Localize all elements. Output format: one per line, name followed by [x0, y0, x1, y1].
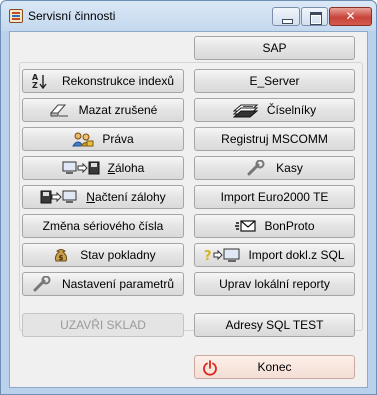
power-icon [202, 360, 218, 376]
nacteni-zalohy-button[interactable]: Načtení zálohy [22, 185, 184, 209]
bonproto-label: BonProto [264, 219, 315, 233]
konec-label: Konec [257, 360, 292, 374]
kasy-label: Kasy [276, 161, 303, 175]
uprav-lokalni-reporty-label: Uprav lokální reporty [219, 277, 330, 291]
nastaveni-parametru-label: Nastavení parametrů [61, 277, 175, 291]
disk-to-computer-icon [40, 189, 78, 205]
svg-text:?: ? [204, 249, 212, 263]
import-euro2000-te-button[interactable]: Import Euro2000 TE [194, 185, 355, 209]
computer-to-disk-icon [62, 160, 100, 176]
app-icon [9, 9, 23, 23]
import-dokl-z-sql-button[interactable]: ? Import dokl.z SQL [194, 243, 355, 267]
ciselniky-button[interactable]: Číselníky [194, 98, 355, 122]
minimize-button[interactable] [272, 7, 300, 26]
registruj-mscomm-button[interactable]: Registruj MSCOMM [194, 127, 355, 151]
import-euro2000-te-label: Import Euro2000 TE [220, 190, 329, 204]
uprav-lokalni-reporty-button[interactable]: Uprav lokální reporty [194, 272, 355, 296]
users-key-icon [72, 131, 94, 147]
eraser-icon [49, 102, 71, 118]
zmena-serioveho-cisla-label: Změna sériového čísla [42, 219, 164, 233]
bonproto-button[interactable]: BonProto [194, 214, 355, 238]
sort-az-icon: A Z [32, 73, 54, 89]
svg-text:Z: Z [32, 81, 38, 89]
mazat-zrusene-button[interactable]: Mazat zrušené [22, 98, 184, 122]
sap-button-label: SAP [262, 41, 287, 55]
nastaveni-parametru-button[interactable]: Nastavení parametrů [22, 272, 184, 296]
sap-button[interactable]: SAP [194, 36, 355, 60]
code-tables-icon [232, 102, 259, 118]
e-server-label: E_Server [249, 74, 300, 88]
client-area: SAP A Z Rekonstrukce indexů Mazat zrušen… [9, 31, 368, 388]
maximize-button[interactable] [301, 7, 328, 26]
title-bar[interactable]: Servisní činnosti [1, 1, 376, 31]
kasy-button[interactable]: Kasy [194, 156, 355, 180]
money-bag-icon: $ [50, 247, 72, 263]
prava-button[interactable]: Práva [22, 127, 184, 151]
prava-label: Práva [102, 132, 134, 146]
svg-text:$: $ [59, 254, 64, 262]
question-computer-icon: ? [204, 247, 242, 263]
zaloha-label: Záloha [107, 161, 145, 175]
registruj-mscomm-label: Registruj MSCOMM [221, 132, 328, 146]
mazat-zrusene-label: Mazat zrušené [78, 103, 158, 117]
wrench-icon [32, 276, 54, 292]
zaloha-button[interactable]: Záloha [22, 156, 184, 180]
wrench-icon [246, 160, 268, 176]
rekonstrukce-indexu-button[interactable]: A Z Rekonstrukce indexů [22, 69, 184, 93]
uzavri-sklad-button[interactable]: UZAVŘI SKLAD [22, 313, 184, 337]
zmena-seriového-cisla-button[interactable]: Změna sériového čísla [22, 214, 184, 238]
envelope-icon [234, 218, 257, 234]
rekonstrukce-indexu-label: Rekonstrukce indexů [61, 74, 175, 88]
adresy-sql-test-button[interactable]: Adresy SQL TEST [194, 313, 355, 337]
close-button[interactable] [329, 7, 372, 26]
servisni-cinnosti-window: Servisní činnosti SAP A Z Rekonstrukce i… [0, 0, 377, 395]
import-dokl-z-sql-label: Import dokl.z SQL [248, 248, 345, 262]
uzavri-sklad-label: UZAVŘI SKLAD [60, 318, 146, 332]
window-title: Servisní činnosti [28, 9, 116, 23]
konec-button[interactable]: Konec [194, 355, 355, 379]
adresy-sql-test-label: Adresy SQL TEST [225, 318, 324, 332]
stav-pokladny-label: Stav pokladny [80, 248, 156, 262]
ciselniky-label: Číselníky [266, 103, 317, 117]
stav-pokladny-button[interactable]: $ Stav pokladny [22, 243, 184, 267]
e-server-button[interactable]: E_Server [194, 69, 355, 93]
nacteni-zalohy-label: Načtení zálohy [86, 190, 166, 204]
